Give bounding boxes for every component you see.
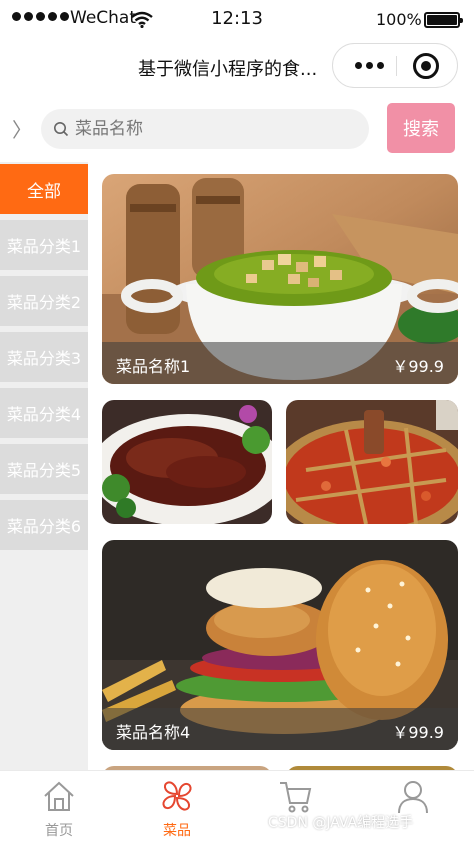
search-button[interactable]: 搜索 <box>387 103 455 153</box>
dish-price: ￥99.9 <box>392 357 444 376</box>
battery-percent: 100% <box>376 10 422 29</box>
home-icon <box>44 781 74 811</box>
navigation-bar: 基于微信小程序的食... <box>0 38 474 94</box>
category-item[interactable]: 菜品分类6 <box>0 500 88 550</box>
category-item[interactable]: 菜品分类5 <box>0 444 88 494</box>
user-icon <box>398 781 428 814</box>
dish-card[interactable]: 菜品名称1 ￥99.9 <box>102 174 458 384</box>
miniprogram-capsule <box>332 43 458 88</box>
chevron-right-icon[interactable]: 〉 <box>12 114 32 143</box>
category-sidebar: 全部 菜品分类1 菜品分类2 菜品分类3 菜品分类4 菜品分类5 菜品分类6 <box>0 162 88 770</box>
dish-price: ￥99.9 <box>392 723 444 742</box>
dish-card[interactable] <box>102 400 272 524</box>
cart-icon <box>280 782 312 813</box>
tab-label: 首页 <box>45 823 73 839</box>
tab-dishes[interactable]: 菜品 <box>118 771 236 842</box>
search-box[interactable] <box>41 109 369 149</box>
dish-card[interactable]: 菜品名称4 ￥99.9 <box>102 540 458 750</box>
dish-name: 菜品名称4 <box>116 723 191 742</box>
capsule-divider <box>396 56 397 76</box>
search-icon <box>54 122 69 137</box>
dish-list: 菜品名称1 ￥99.9 菜品名称4 ￥99.9 <box>88 162 474 770</box>
tab-label: 菜品 <box>163 823 191 839</box>
search-input[interactable] <box>75 109 355 149</box>
category-item[interactable]: 菜品分类1 <box>0 220 88 270</box>
clover-icon <box>162 781 192 811</box>
more-icon[interactable] <box>347 54 391 76</box>
dish-card[interactable] <box>286 400 458 524</box>
dish-caption: 菜品名称4 ￥99.9 <box>102 708 458 750</box>
search-row: 〉 搜索 <box>0 96 474 162</box>
watermark: CSDN @JAVA编程选手 <box>268 815 414 831</box>
category-item[interactable]: 菜品分类2 <box>0 276 88 326</box>
status-bar: WeChat 12:13 100% <box>0 0 474 38</box>
tab-home[interactable]: 首页 <box>0 771 118 842</box>
dish-name: 菜品名称1 <box>116 357 191 376</box>
category-item[interactable]: 菜品分类3 <box>0 332 88 382</box>
hotpot-photo <box>286 400 458 524</box>
dish-caption: 菜品名称1 ￥99.9 <box>102 342 458 384</box>
page-title: 基于微信小程序的食... <box>138 59 318 80</box>
braised-meat-photo <box>102 400 272 524</box>
category-item[interactable]: 菜品分类4 <box>0 388 88 438</box>
close-miniprogram-icon[interactable] <box>413 53 439 79</box>
battery-icon <box>424 12 463 28</box>
category-all[interactable]: 全部 <box>0 164 88 214</box>
